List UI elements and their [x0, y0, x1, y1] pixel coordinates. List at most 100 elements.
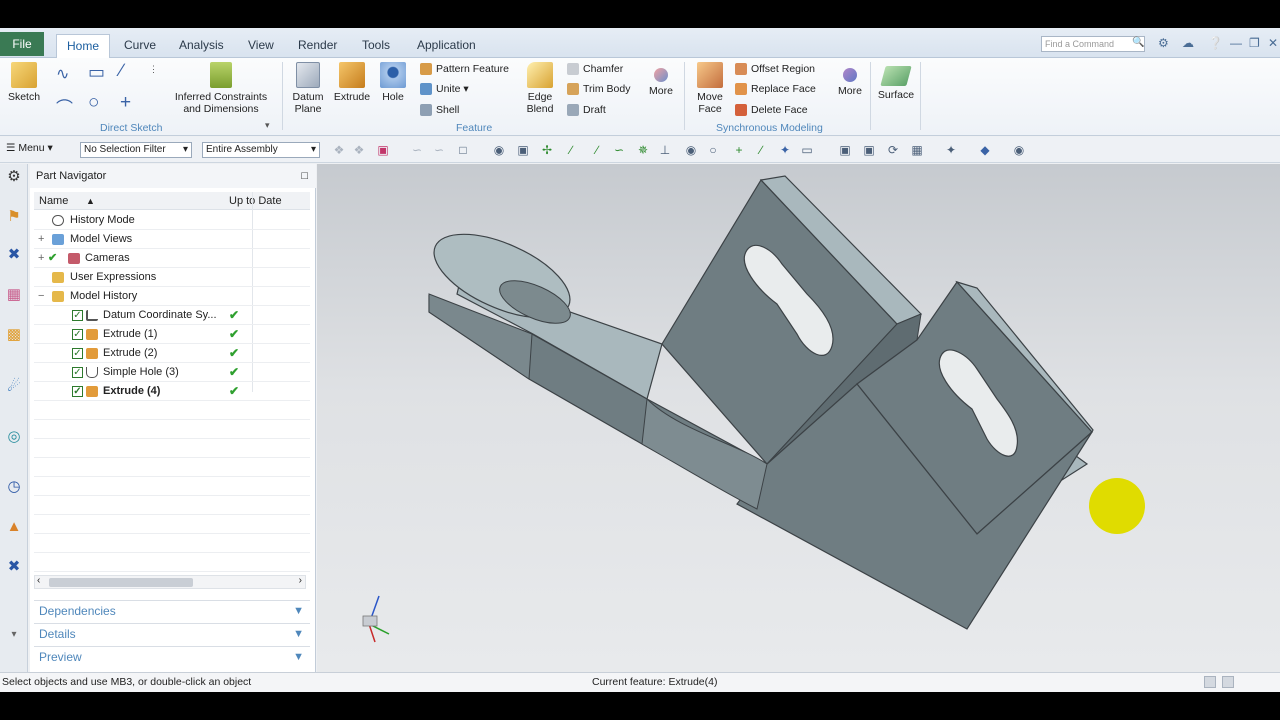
hd3d-tools-icon[interactable]: ☄ [3, 376, 25, 398]
snap-point-icon[interactable]: + [732, 143, 746, 157]
tab-home[interactable]: Home [56, 34, 111, 58]
select-point-icon[interactable]: ▣ [376, 143, 390, 157]
visibility-checkbox[interactable]: ✓ [72, 329, 83, 340]
line-icon[interactable]: ∕ [120, 60, 123, 81]
expand-icon[interactable]: + [38, 249, 44, 267]
tab-application[interactable]: Application [417, 34, 476, 58]
customize-icon[interactable]: ⚙ [1158, 36, 1169, 50]
delete-face-button[interactable]: Delete Face [735, 103, 808, 117]
curve-rule-icon[interactable]: ∽ [410, 143, 424, 157]
help-icon[interactable]: ❔ [1208, 36, 1223, 50]
tree-row-cameras[interactable]: + ✔ Cameras [34, 249, 310, 268]
replace-face-button[interactable]: Replace Face [735, 82, 816, 96]
system-materials-icon[interactable]: ▲ [3, 516, 25, 538]
orient-icon[interactable]: ✦ [944, 143, 958, 157]
close-icon[interactable]: ✕ [1268, 36, 1278, 50]
move-face-button[interactable]: Move Face [692, 62, 728, 115]
trim-body-button[interactable]: Trim Body [567, 82, 630, 96]
view-zoom-icon[interactable]: ▣ [862, 143, 876, 157]
search-icon[interactable]: 🔍 [1132, 37, 1144, 48]
menu-button[interactable]: ☰ Menu ▾ [6, 142, 53, 154]
snap-line-icon[interactable]: ∕ [590, 143, 604, 157]
offset-region-button[interactable]: Offset Region [735, 62, 815, 76]
rotate-icon[interactable]: ⟳ [886, 143, 900, 157]
tree-row-feature[interactable]: ✓ Simple Hole (3) ✔ [34, 363, 310, 382]
process-studio-icon[interactable]: ✖ [3, 556, 25, 578]
visibility-checkbox[interactable]: ✓ [72, 367, 83, 378]
scroll-left-icon[interactable]: ‹ [37, 575, 40, 586]
feature-more-button[interactable]: More [645, 68, 677, 97]
tree-row-feature[interactable]: ✓ Extrude (1) ✔ [34, 325, 310, 344]
status-toggle-icon[interactable] [1204, 676, 1216, 688]
point-icon[interactable]: + [120, 92, 131, 114]
surface-button[interactable]: Surface [874, 66, 918, 101]
snap-curve-icon[interactable]: ∽ [612, 143, 626, 157]
tree-row-feature[interactable]: ✓ Extrude (2) ✔ [34, 344, 310, 363]
tab-tools[interactable]: Tools [362, 34, 390, 58]
arc-icon[interactable]: ⌒ [56, 94, 73, 119]
chamfer-button[interactable]: Chamfer [567, 62, 623, 76]
sync-more-button[interactable]: More [834, 68, 866, 97]
preview-panel[interactable]: Preview ▼ [34, 646, 310, 667]
group-dropdown-icon[interactable]: ▾ [265, 120, 270, 131]
snap-perp-icon[interactable]: ⊥ [658, 143, 672, 157]
datum-plane-button[interactable]: Datum Plane [288, 62, 328, 115]
visibility-checkbox[interactable]: ✓ [72, 348, 83, 359]
snap-icon[interactable]: ❖ [332, 143, 346, 157]
selection-filter-select[interactable]: No Selection Filter ▾ [80, 142, 192, 158]
snap-circle-icon[interactable]: ○ [706, 143, 720, 157]
cloud-icon[interactable]: ☁ [1182, 36, 1194, 50]
column-up-to-date[interactable]: Up to Date [229, 192, 282, 210]
unite-button[interactable]: Unite ▾ [420, 82, 469, 96]
reuse-library-icon[interactable]: ▩ [3, 324, 25, 346]
face-rule-icon[interactable]: ∽ [432, 143, 446, 157]
horizontal-scrollbar[interactable]: ‹ › [34, 575, 306, 589]
snap-mid-icon[interactable]: ∕ [564, 143, 578, 157]
snap-tangent-icon[interactable]: ∕ [754, 143, 768, 157]
profile-icon[interactable]: ∿ [56, 64, 69, 84]
layout-icon[interactable]: ▦ [910, 143, 924, 157]
pattern-feature-button[interactable]: Pattern Feature [420, 62, 509, 76]
selection-scope-select[interactable]: Entire Assembly ▾ [202, 142, 320, 158]
scrollbar-thumb[interactable] [49, 578, 193, 587]
visibility-checkbox[interactable]: ✓ [72, 310, 83, 321]
draft-button[interactable]: Draft [567, 103, 606, 117]
details-panel[interactable]: Details ▼ [34, 623, 310, 644]
history-icon[interactable]: ◷ [3, 476, 25, 498]
dependencies-panel[interactable]: Dependencies ▼ [34, 600, 310, 621]
rectangle-icon[interactable]: ▭ [88, 62, 105, 83]
sketch-button[interactable]: Sketch [6, 62, 42, 103]
circle-icon[interactable]: ○ [88, 92, 99, 114]
tree-row-history-mode[interactable]: History Mode [34, 211, 310, 230]
assembly-navigator-icon[interactable]: ⚑ [3, 206, 25, 228]
tab-view[interactable]: View [248, 34, 274, 58]
edge-blend-button[interactable]: Edge Blend [520, 62, 560, 115]
extrude-button[interactable]: Extrude [332, 62, 372, 103]
rectangle-select-icon[interactable]: □ [456, 143, 470, 157]
web-browser-icon[interactable]: ◎ [3, 426, 25, 448]
tree-row-model-history[interactable]: − Model History [34, 287, 310, 306]
tab-analysis[interactable]: Analysis [179, 34, 224, 58]
tab-curve[interactable]: Curve [124, 34, 156, 58]
graphics-window[interactable] [317, 164, 1280, 672]
constraint-navigator-icon[interactable]: ✖ [3, 244, 25, 266]
tree-row-user-expressions[interactable]: User Expressions [34, 268, 310, 287]
box-icon[interactable]: ▣ [516, 143, 530, 157]
render-style-icon[interactable]: ◆ [978, 143, 992, 157]
snap-intersect-icon[interactable]: ✵ [636, 143, 650, 157]
expand-icon[interactable]: + [38, 230, 44, 248]
collapse-icon[interactable]: − [38, 287, 44, 305]
resource-bar-scroll-icon[interactable]: ▾ [3, 624, 25, 646]
scroll-right-icon[interactable]: › [299, 575, 302, 586]
tree-row-model-views[interactable]: + Model Views [34, 230, 310, 249]
snap-end-icon[interactable]: ✢ [540, 143, 554, 157]
snap-face-icon[interactable]: ✦ [778, 143, 792, 157]
tree-row-feature-current[interactable]: ✓ Extrude (4) ✔ [34, 382, 310, 401]
column-name[interactable]: Name [39, 192, 68, 210]
part-navigator-icon[interactable]: ▦ [3, 284, 25, 306]
snap-center-icon[interactable]: ◉ [684, 143, 698, 157]
file-tab[interactable]: File [0, 32, 44, 56]
display-icon[interactable]: ◉ [1012, 143, 1026, 157]
restore-icon[interactable]: ❐ [1249, 36, 1260, 50]
bracket-model[interactable] [317, 164, 1280, 672]
